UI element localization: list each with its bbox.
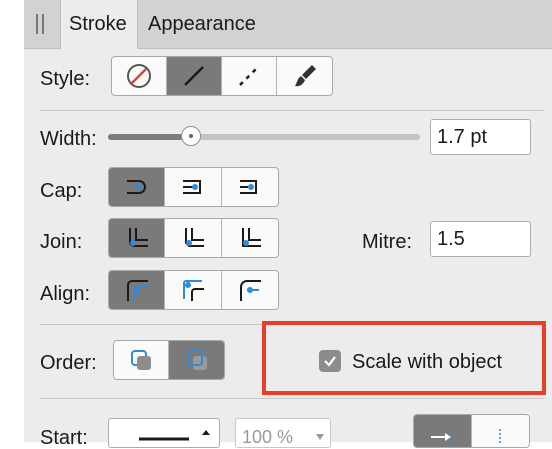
style-dashed-button[interactable] [222,57,277,95]
cap-segmented-control [108,167,279,207]
align-inside-icon [126,280,148,301]
join-label: Join: [40,231,83,253]
order-front-button[interactable] [169,341,224,379]
panel-grip-icon[interactable] [36,14,46,34]
join-segmented-control [108,218,279,258]
align-inside-button[interactable] [109,271,166,309]
align-outside-button[interactable] [222,271,278,309]
arrow-end-button[interactable] [472,415,530,447]
align-label: Align: [40,283,91,305]
cap-butt-button[interactable] [109,168,166,206]
tab-appearance[interactable]: Appearance [148,0,256,48]
width-input[interactable]: 1.7 pt [430,119,531,155]
mitre-label: Mitre: [362,231,412,253]
width-label: Width: [40,128,97,150]
arrow-right-icon [431,429,454,443]
mitre-value: 1.5 [437,227,465,250]
width-slider-fill [108,134,191,140]
join-bevel-button[interactable] [165,219,222,257]
miter-join-icon [241,228,261,247]
tab-stroke[interactable]: Stroke [60,0,138,49]
arrow-tip-button[interactable] [414,415,472,447]
cap-square-button[interactable] [222,168,278,206]
chevron-down-icon [316,434,324,440]
scale-with-object-label: Scale with object [352,351,503,373]
round-join-icon [128,228,148,247]
style-label: Style: [40,68,91,90]
style-none-button[interactable] [112,57,167,95]
start-arrowhead-select[interactable] [108,418,220,448]
width-slider[interactable] [108,126,420,146]
stroke-front-fill-icon [186,350,207,370]
join-round-button[interactable] [109,219,166,257]
align-outside-icon [239,280,261,301]
width-value: 1.7 pt [437,125,488,148]
width-slider-thumb[interactable] [181,126,201,146]
tab-appearance-label: Appearance [148,12,256,35]
tab-stroke-label: Stroke [69,13,127,35]
join-miter-button[interactable] [222,219,278,257]
scale-with-object-checkbox[interactable] [319,350,341,372]
mitre-input[interactable]: 1.5 [430,221,531,257]
butt-cap-icon [126,180,146,194]
style-brush-button[interactable] [277,57,332,95]
start-scale-value: 100 % [242,427,294,447]
round-cap-icon [183,180,202,194]
start-scale-select[interactable]: 100 % [235,418,331,448]
divider [40,110,544,111]
dashed-line-icon [239,66,259,86]
stroke-behind-fill-icon [131,350,151,370]
no-stroke-icon [127,64,151,88]
brush-icon [294,65,316,87]
square-cap-icon [239,180,257,194]
divider [40,324,262,325]
order-label: Order: [40,352,97,374]
style-solid-button[interactable] [167,57,222,95]
arrow-placement-control [413,414,530,448]
order-behind-button[interactable] [114,341,169,379]
align-center-button[interactable] [165,271,222,309]
cap-round-button[interactable] [165,168,222,206]
solid-line-icon [184,66,204,86]
cap-label: Cap: [40,180,83,202]
align-segmented-control [108,270,279,310]
align-center-icon [183,280,205,301]
divider [40,398,544,399]
checkmark-icon [324,356,336,367]
arrowhead-line-icon [139,430,210,441]
start-label: Start: [40,427,88,449]
bevel-join-icon [185,228,205,247]
style-segmented-control [111,56,333,96]
arrow-end-icon [499,429,501,443]
order-segmented-control [113,340,225,380]
